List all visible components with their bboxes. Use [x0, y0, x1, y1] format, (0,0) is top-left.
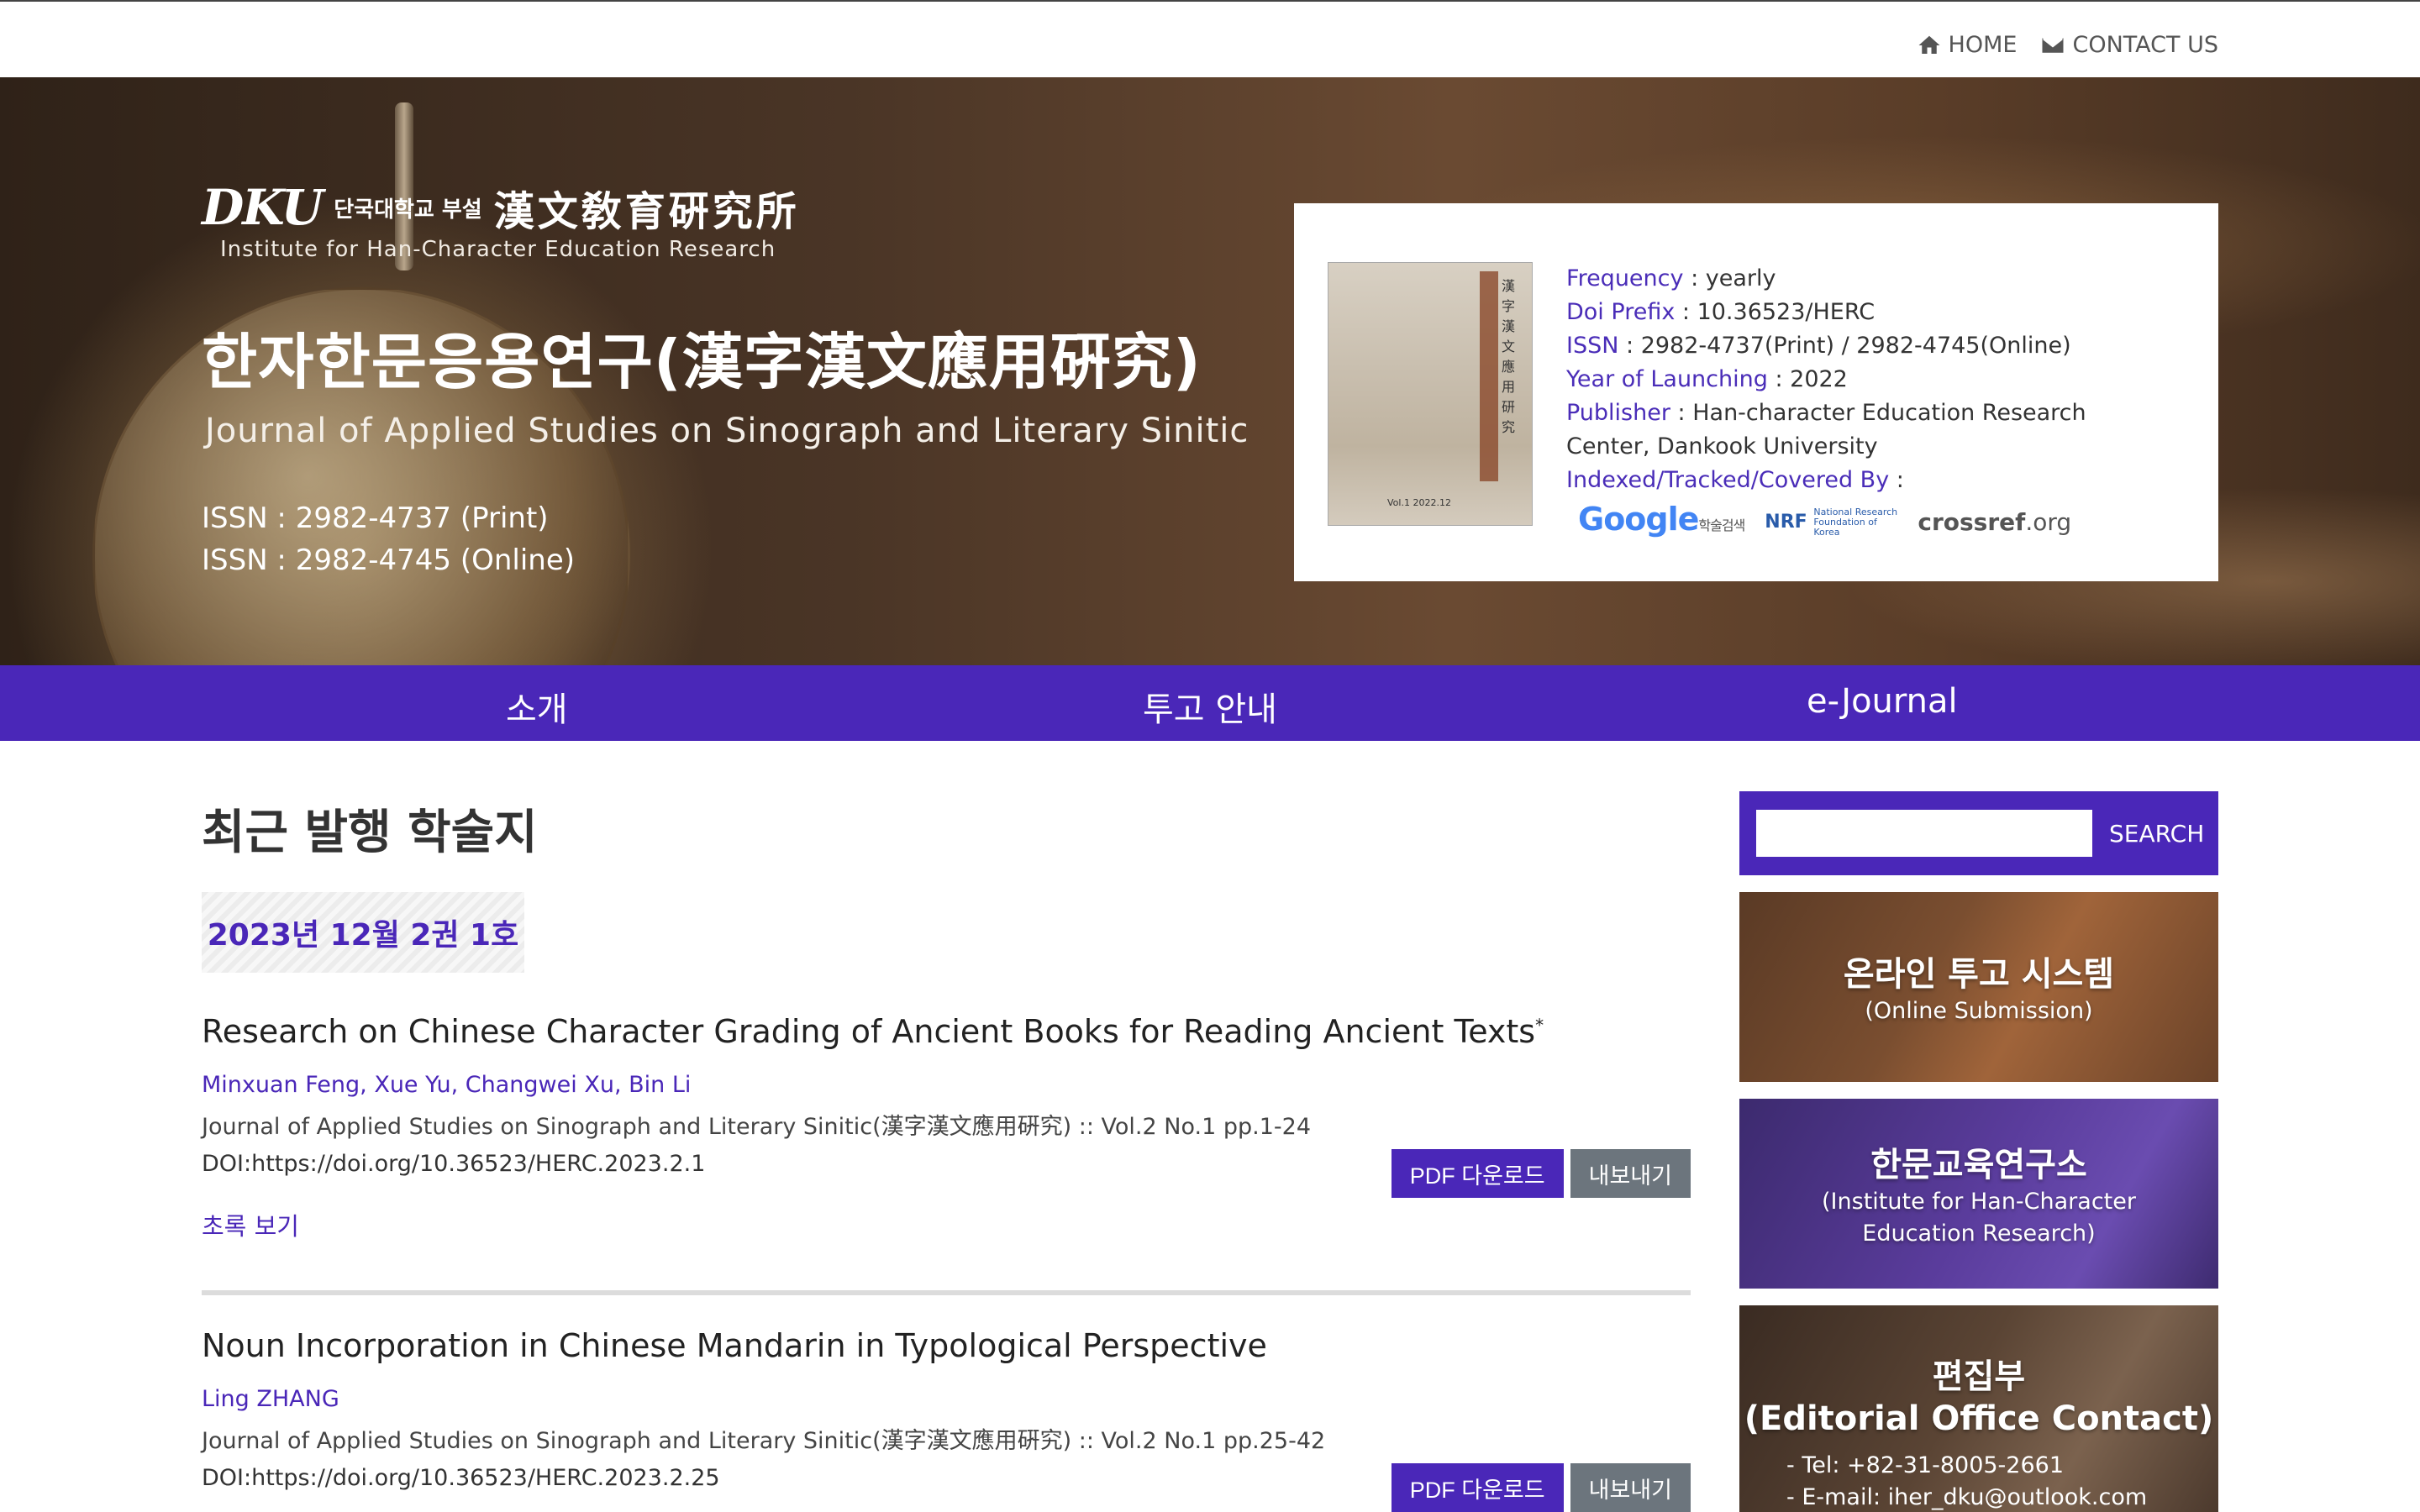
info-issn: ISSN : 2982-4737(Print) / 2982-4745(Onli…	[1566, 333, 2071, 359]
top-nav: HOME CONTACT US	[1917, 32, 2218, 58]
editorial-tel: - Tel: +82-31-8005-2661	[1786, 1452, 2065, 1478]
home-icon	[1918, 35, 1940, 54]
index-logos: Google학술검색 NRF National Research Foundat…	[1566, 502, 2171, 543]
logo-english-text: Institute for Han-Character Education Re…	[220, 237, 776, 262]
institute-subtitle-1: (Institute for Han-Character	[1822, 1189, 2136, 1215]
article-divider	[202, 1290, 1691, 1295]
institute-subtitle-2: Education Research)	[1862, 1221, 2096, 1247]
top-bar: HOME CONTACT US	[0, 0, 2420, 77]
pdf-download-button[interactable]: PDF 다운로드	[1391, 1149, 1564, 1198]
issn-print: ISSN : 2982-4737 (Print)	[202, 501, 549, 535]
editorial-contact-card[interactable]: 편집부 (Editorial Office Contact) - Tel: +8…	[1739, 1305, 2218, 1512]
editorial-title-en: (Editorial Office Contact)	[1744, 1399, 2214, 1438]
crossref-logo[interactable]: crossref.org	[1918, 506, 2071, 539]
article-authors[interactable]: Minxuan Feng, Xue Yu, Changwei Xu, Bin L…	[202, 1072, 1691, 1098]
article-journal: Journal of Applied Studies on Sinograph …	[202, 1114, 1311, 1140]
journal-info-card: 漢字漢文應用研究 Vol.1 2022.12 Frequency : yearl…	[1294, 203, 2218, 581]
export-button[interactable]: 내보내기	[1570, 1463, 1691, 1512]
journal-info-lines: Frequency : yearly Doi Prefix : 10.36523…	[1566, 262, 2171, 543]
info-frequency: Frequency : yearly	[1566, 265, 1776, 291]
envelope-icon	[2042, 37, 2064, 53]
editorial-email[interactable]: - E-mail: iher_dku@outlook.com	[1786, 1482, 2147, 1512]
search-box: SEARCH	[1739, 791, 2218, 875]
online-submission-subtitle: (Online Submission)	[1865, 998, 2093, 1024]
pdf-download-button[interactable]: PDF 다운로드	[1391, 1463, 1564, 1512]
export-button[interactable]: 내보내기	[1570, 1149, 1691, 1198]
cover-band	[1480, 271, 1498, 481]
article-title[interactable]: Noun Incorporation in Chinese Mandarin i…	[202, 1327, 1691, 1364]
issue-badge: 2023년 12월 2권 1호	[202, 892, 524, 973]
journal-title: 한자한문응용연구(漢字漢文應用硏究)	[202, 327, 1202, 397]
institute-logo[interactable]: DKU 단국대학교 부설 漢文敎育硏究所	[202, 178, 800, 237]
article-actions: PDF 다운로드 내보내기	[1391, 1149, 1691, 1198]
article-authors[interactable]: Ling ZHANG	[202, 1386, 1691, 1412]
hero-banner: DKU 단국대학교 부설 漢文敎育硏究所 Institute for Han-C…	[0, 77, 2420, 665]
online-submission-card[interactable]: 온라인 투고 시스템 (Online Submission)	[1739, 892, 2218, 1082]
nav-item-ejournal[interactable]: e-Journal	[1807, 682, 1958, 721]
article-journal: Journal of Applied Studies on Sinograph …	[202, 1428, 1326, 1454]
home-link[interactable]: HOME	[1917, 32, 2017, 58]
logo-hanja-text: 漢文敎育硏究所	[493, 188, 800, 235]
info-year: Year of Launching : 2022	[1566, 366, 1848, 392]
section-title: 최근 발행 학술지	[202, 806, 538, 860]
info-indexed: Indexed/Tracked/Covered By :	[1566, 467, 1904, 493]
article-title[interactable]: Research on Chinese Character Grading of…	[202, 1013, 1691, 1050]
hero-issn: ISSN : 2982-4737 (Print) ISSN : 2982-474…	[202, 497, 575, 581]
cover-title: 漢字漢文應用研究	[1502, 278, 1516, 435]
search-button[interactable]: SEARCH	[2109, 810, 2204, 857]
nrf-logo[interactable]: NRF National Research Foundation of Kore…	[1765, 506, 1897, 539]
issn-online: ISSN : 2982-4745 (Online)	[202, 543, 576, 577]
info-publisher: Publisher : Han-character Education Rese…	[1566, 400, 2086, 459]
main-nav: 소개 투고 안내 e-Journal	[0, 665, 2420, 741]
dku-logo-mark: DKU	[202, 179, 324, 236]
article-item: Research on Chinese Character Grading of…	[202, 1013, 1691, 1242]
logo-korean-text: 단국대학교 부설	[334, 197, 482, 223]
nav-item-submission-guide[interactable]: 투고 안내	[1143, 682, 1277, 731]
article-item: Noun Incorporation in Chinese Mandarin i…	[202, 1327, 1691, 1512]
online-submission-title: 온라인 투고 시스템	[1843, 955, 2115, 994]
search-input[interactable]	[1756, 810, 2092, 857]
institute-card[interactable]: 한문교육연구소 (Institute for Han-Character Edu…	[1739, 1099, 2218, 1289]
institute-title: 한문교육연구소	[1870, 1146, 2087, 1184]
abstract-toggle[interactable]: 초록 보기	[202, 1207, 1691, 1242]
editorial-title: 편집부	[1932, 1357, 2026, 1396]
article-actions: PDF 다운로드 내보내기	[1391, 1463, 1691, 1512]
google-scholar-logo[interactable]: Google학술검색	[1578, 502, 1745, 543]
nav-item-intro[interactable]: 소개	[506, 682, 568, 731]
contact-link[interactable]: CONTACT US	[2040, 32, 2218, 58]
info-doi-prefix: Doi Prefix : 10.36523/HERC	[1566, 299, 1876, 325]
journal-cover-image: 漢字漢文應用研究 Vol.1 2022.12	[1328, 262, 1533, 526]
journal-subtitle: Journal of Applied Studies on Sinograph …	[205, 412, 1249, 450]
cover-foot: Vol.1 2022.12	[1387, 497, 1451, 508]
editorial-contact-lines: - Tel: +82-31-8005-2661 - E-mail: iher_d…	[1786, 1450, 2147, 1512]
